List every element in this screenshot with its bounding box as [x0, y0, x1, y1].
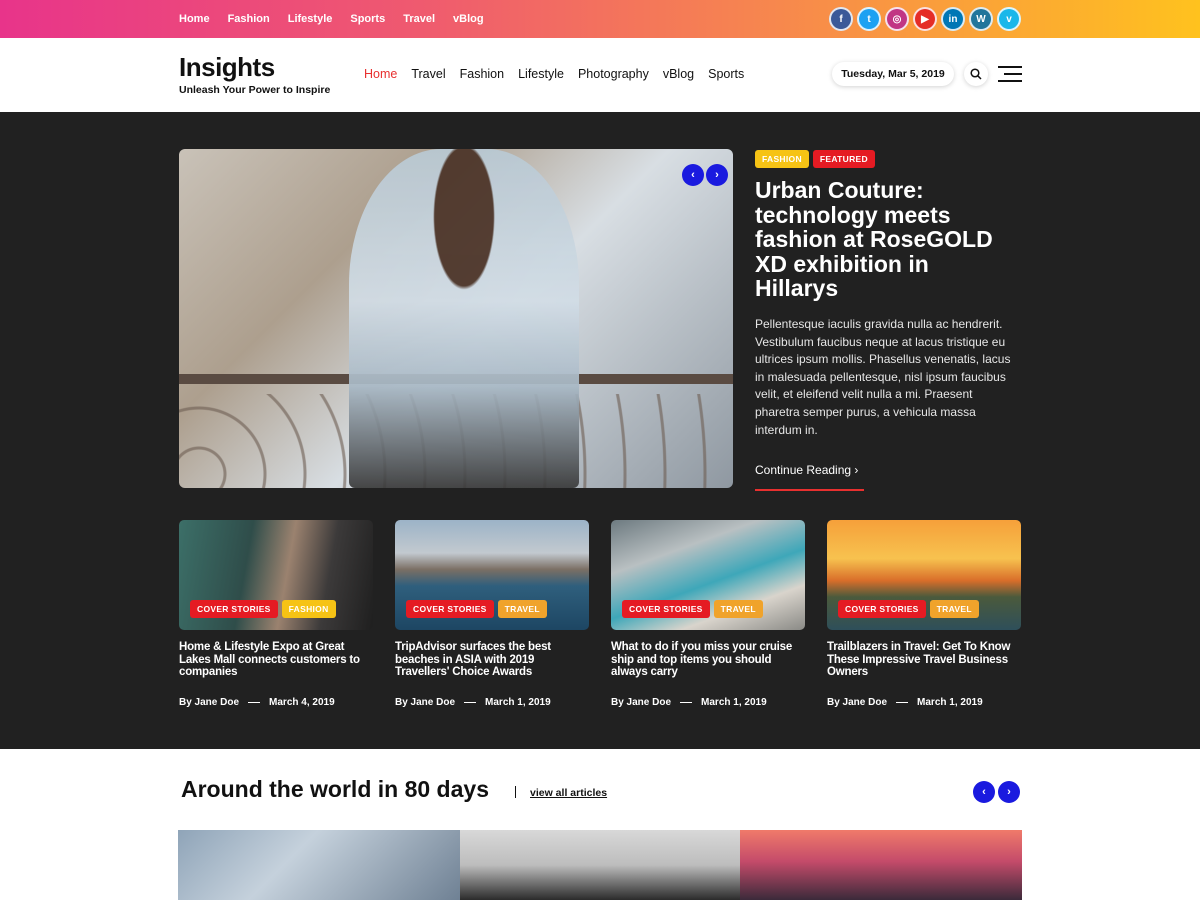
instagram-icon[interactable]: ◎ — [885, 7, 909, 31]
card-title[interactable]: Trailblazers in Travel: Get To Know Thes… — [827, 641, 1021, 679]
hero-tags: FASHION FEATURED — [755, 150, 875, 168]
tag-travel[interactable]: TRAVEL — [713, 600, 763, 618]
nav-photography[interactable]: Photography — [578, 67, 649, 81]
card-meta: By Jane Doe March 1, 2019 — [611, 697, 767, 708]
section-divider — [515, 786, 516, 798]
chevron-right-icon: › — [715, 169, 719, 181]
continue-reading-label: Continue Reading — [755, 463, 852, 477]
section-next-button[interactable]: › — [998, 781, 1020, 803]
section-prev-button[interactable]: ‹ — [973, 781, 995, 803]
site-header: Insights Unleash Your Power to Inspire H… — [0, 38, 1200, 112]
card-image[interactable]: COVER STORIES TRAVEL — [827, 520, 1021, 630]
top-nav-vblog[interactable]: vBlog — [453, 13, 484, 25]
chevron-left-icon: ‹ — [982, 786, 986, 798]
chevron-left-icon: ‹ — [691, 169, 695, 181]
article-image[interactable] — [460, 830, 740, 900]
search-button[interactable] — [964, 62, 988, 86]
top-nav-sports[interactable]: Sports — [350, 13, 385, 25]
wordpress-icon[interactable]: W — [969, 7, 993, 31]
card-image[interactable]: COVER STORIES TRAVEL — [395, 520, 589, 630]
nav-sports[interactable]: Sports — [708, 67, 744, 81]
social-links: f t ◎ ▶ in W v — [829, 7, 1021, 31]
tag-cover-stories[interactable]: COVER STORIES — [622, 600, 710, 618]
top-nav-travel[interactable]: Travel — [403, 13, 435, 25]
top-nav-lifestyle[interactable]: Lifestyle — [288, 13, 333, 25]
card-date: March 1, 2019 — [485, 697, 551, 708]
tag-travel[interactable]: TRAVEL — [497, 600, 547, 618]
article-card[interactable]: COVER STORIES TRAVEL What to do if you m… — [611, 520, 805, 708]
card-author[interactable]: By Jane Doe — [611, 697, 671, 708]
site-logo[interactable]: Insights — [179, 52, 275, 83]
article-image[interactable] — [740, 830, 1022, 900]
hero-title[interactable]: Urban Couture: technology meets fashion … — [755, 178, 1005, 301]
card-date: March 1, 2019 — [917, 697, 983, 708]
card-title[interactable]: TripAdvisor surfaces the best beaches in… — [395, 641, 589, 679]
tag-cover-stories[interactable]: COVER STORIES — [190, 600, 278, 618]
search-icon — [970, 68, 982, 80]
featured-section: ‹ › FASHION FEATURED Urban Couture: tech… — [0, 112, 1200, 749]
tag-fashion[interactable]: FASHION — [281, 600, 336, 618]
hero-image[interactable]: ‹ › — [179, 149, 733, 488]
linkedin-icon[interactable]: in — [941, 7, 965, 31]
card-date: March 4, 2019 — [269, 697, 335, 708]
hero-excerpt: Pellentesque iaculis gravida nulla ac he… — [755, 317, 1011, 437]
card-title[interactable]: Home & Lifestyle Expo at Great Lakes Mal… — [179, 641, 373, 679]
card-meta: By Jane Doe March 1, 2019 — [827, 697, 983, 708]
tag-featured[interactable]: FEATURED — [812, 150, 875, 168]
site-tagline: Unleash Your Power to Inspire — [179, 84, 331, 96]
top-nav-home[interactable]: Home — [179, 13, 210, 25]
nav-home[interactable]: Home — [364, 67, 397, 81]
card-author[interactable]: By Jane Doe — [827, 697, 887, 708]
card-title[interactable]: What to do if you miss your cruise ship … — [611, 641, 805, 679]
top-bar: Home Fashion Lifestyle Sports Travel vBl… — [0, 0, 1200, 38]
card-author[interactable]: By Jane Doe — [395, 697, 455, 708]
youtube-icon[interactable]: ▶ — [913, 7, 937, 31]
twitter-icon[interactable]: t — [857, 7, 881, 31]
hero-photo-subject — [349, 149, 579, 488]
vimeo-icon[interactable]: v — [997, 7, 1021, 31]
view-all-articles-link[interactable]: view all articles — [530, 787, 607, 799]
hero-prev-button[interactable]: ‹ — [682, 164, 704, 186]
article-image[interactable] — [178, 830, 460, 900]
chevron-right-icon: › — [1007, 786, 1011, 798]
continue-underline — [755, 489, 864, 491]
card-date: March 1, 2019 — [701, 697, 767, 708]
top-nav-fashion[interactable]: Fashion — [228, 13, 270, 25]
nav-fashion[interactable]: Fashion — [460, 67, 504, 81]
chevron-right-icon: › — [854, 463, 859, 477]
article-card[interactable]: COVER STORIES FASHION Home & Lifestyle E… — [179, 520, 373, 708]
article-card[interactable]: COVER STORIES TRAVEL TripAdvisor surface… — [395, 520, 589, 708]
card-meta: By Jane Doe March 1, 2019 — [395, 697, 551, 708]
tag-fashion[interactable]: FASHION — [755, 150, 809, 168]
continue-reading-link[interactable]: Continue Reading › — [755, 463, 858, 477]
main-nav: Home Travel Fashion Lifestyle Photograph… — [364, 67, 744, 81]
hamburger-menu-icon[interactable] — [998, 66, 1022, 82]
tag-cover-stories[interactable]: COVER STORIES — [838, 600, 926, 618]
facebook-icon[interactable]: f — [829, 7, 853, 31]
card-image[interactable]: COVER STORIES FASHION — [179, 520, 373, 630]
section-title: Around the world in 80 days — [181, 776, 489, 802]
tag-travel[interactable]: TRAVEL — [929, 600, 979, 618]
article-card[interactable]: COVER STORIES TRAVEL Trailblazers in Tra… — [827, 520, 1021, 708]
hero-next-button[interactable]: › — [706, 164, 728, 186]
card-author[interactable]: By Jane Doe — [179, 697, 239, 708]
card-meta: By Jane Doe March 4, 2019 — [179, 697, 335, 708]
date-display: Tuesday, Mar 5, 2019 — [832, 62, 954, 86]
nav-lifestyle[interactable]: Lifestyle — [518, 67, 564, 81]
nav-travel[interactable]: Travel — [411, 67, 445, 81]
top-nav: Home Fashion Lifestyle Sports Travel vBl… — [179, 0, 484, 38]
card-image[interactable]: COVER STORIES TRAVEL — [611, 520, 805, 630]
nav-vblog[interactable]: vBlog — [663, 67, 694, 81]
tag-cover-stories[interactable]: COVER STORIES — [406, 600, 494, 618]
